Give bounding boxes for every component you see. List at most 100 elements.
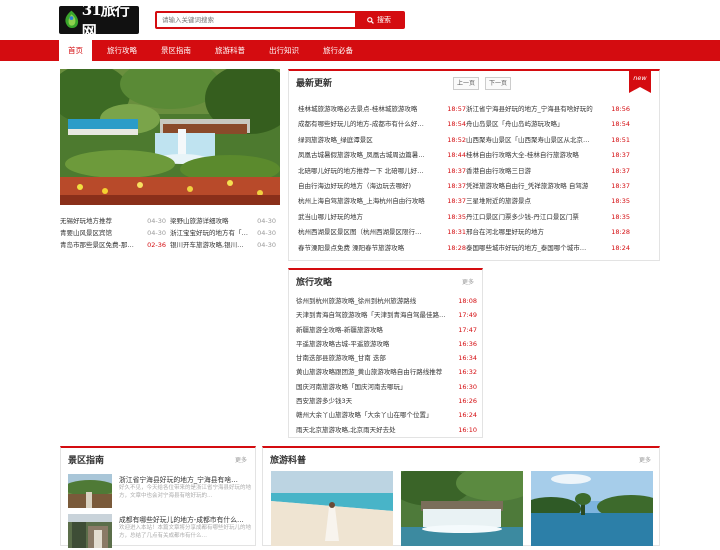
list-item[interactable]: 桂林自由行攻略大全-桂林自行旅游攻略 18:37 [466, 148, 630, 163]
list-item[interactable]: 天津到青海自驾旅游攻略「天津到青海自驾最佳路… 17:49 [296, 308, 477, 322]
list-item[interactable]: 赣州大余丫山旅游攻略「大余丫山在哪个位置」 16:24 [296, 408, 477, 422]
logo-text: 31旅行网 [81, 1, 130, 40]
list-item[interactable]: 雨天北京旅游攻略,北京雨天好去处 16:10 [296, 423, 477, 437]
list-item-title: 泰国哪些城市好玩的地方_泰国哪个城市… [466, 243, 587, 252]
left-list-col-2: 梁野山旅游详细攻略 04-30 浙江宝宝好玩的地方有「… 04-30 银川开车旅游攻… [170, 215, 280, 251]
list-item-title: 绿洞旅游攻略_绿庭潭景区 [298, 135, 373, 144]
list-item-time: 18:37 [447, 197, 466, 206]
prev-page-button[interactable]: 上一页 [453, 77, 479, 90]
list-item-title: 赣州大余丫山旅游攻略「大余丫山在哪个位置」 [296, 411, 433, 420]
scenic-thumb [68, 474, 112, 508]
search-input[interactable] [157, 13, 355, 27]
nav-item-scenic-guides[interactable]: 景区指南 [152, 40, 200, 61]
scenic-guides-more-link[interactable]: 更多 [235, 455, 247, 464]
travel-science-title: 旅游科普 [270, 456, 307, 466]
list-item[interactable]: 春节溧阳景点免费 溧阳春节旅游攻略 18:28 [298, 241, 466, 256]
article-thumbnail[interactable] [401, 471, 523, 546]
list-item[interactable]: 徐州到杭州旅游攻略_徐州到杭州旅游路线 18:08 [296, 294, 477, 308]
list-item[interactable]: 青岛市那些景区免费-那… 02-36 [60, 239, 170, 251]
left-link-list: 无锡好玩地方推荐 04-30 青要山风景区宾馆 04-30 青岛市那些景区免费-那…… [60, 215, 280, 251]
list-item[interactable]: 黄山旅游攻略跟团游_黄山旅游攻略自由行路线推荐 16:32 [296, 365, 477, 379]
travel-science-more-link[interactable]: 更多 [639, 455, 651, 464]
list-item-time: 18:35 [611, 212, 630, 221]
nav-item-travel-science[interactable]: 旅游科普 [206, 40, 254, 61]
logo-icon [65, 10, 79, 29]
scenic-item[interactable]: 浙江省宁海县好玩的地方_宁海县有啥… 好久不见，今天给各位带来的是浙江省宁海县好… [68, 474, 252, 510]
list-item-time: 16:32 [458, 368, 477, 377]
list-item[interactable]: 凭祥旅游攻略自由行_凭祥旅游攻略 自驾游 18:37 [466, 179, 630, 194]
site-logo[interactable]: 31旅行网 [59, 1, 139, 40]
list-item[interactable]: 平遥旅游攻略古城-平遥旅游攻略 16:36 [296, 337, 477, 351]
list-item-time: 18:35 [447, 212, 466, 221]
list-item[interactable]: 无锡好玩地方推荐 04-30 [60, 215, 170, 227]
featured-photo[interactable] [60, 69, 280, 205]
list-item-time: 18:37 [611, 151, 630, 160]
list-item[interactable]: 三星堆附近的旅游景点 18:35 [466, 194, 630, 209]
list-item[interactable]: 丹江口景区门票多少钱-丹江口景区门票 18:35 [466, 210, 630, 225]
list-item-time: 18:37 [447, 181, 466, 190]
list-item[interactable]: 杭州上海自驾旅游攻略_上海杭州自由行攻略 18:37 [298, 194, 466, 209]
list-item[interactable]: 邢台在河北哪里好玩的地方 18:28 [466, 225, 630, 240]
scenic-thumb [68, 514, 112, 548]
list-item-time: 16:24 [458, 411, 477, 420]
list-item[interactable]: 新疆旅游全攻略-新疆旅游攻略 17:47 [296, 323, 477, 337]
search-icon [367, 16, 374, 24]
article-thumbnail[interactable] [271, 471, 393, 546]
list-item[interactable]: 银川开车旅游攻略,银川… 04-30 [170, 239, 280, 251]
latest-updates-panel: 最新更新 上一页 下一页 new 桂林城旅游攻略必去景点-桂林城旅游攻略 18:5… [288, 69, 660, 261]
list-item-time: 17:47 [458, 325, 477, 334]
list-item[interactable]: 青要山风景区宾馆 04-30 [60, 227, 170, 239]
list-item[interactable]: 舟山岛景区「舟山岛屿游玩攻略」 18:54 [466, 117, 630, 132]
list-item-time: 16:26 [458, 397, 477, 406]
list-item-title: 春节溧阳景点免费 溧阳春节旅游攻略 [298, 243, 405, 252]
list-item-title: 桂林自由行攻略大全-桂林自行旅游攻略 [466, 151, 579, 160]
list-item-title: 平遥旅游攻略古城-平遥旅游攻略 [296, 339, 390, 348]
nav-item-home[interactable]: 首页 [59, 40, 92, 61]
list-item[interactable]: 西安旅游多少钱3天 16:26 [296, 394, 477, 408]
list-item[interactable]: 杭州西湖景区景区图（杭州西湖景区限行… 18:31 [298, 225, 466, 240]
list-item-title: 雨天北京旅游攻略,北京雨天好去处 [296, 425, 396, 434]
list-item-time: 18:28 [447, 243, 466, 252]
list-item[interactable]: 浙江省宁海县好玩的地方_宁海县有啥好玩的 18:56 [466, 102, 630, 117]
list-item[interactable]: 桂林城旅游攻略必去景点-桂林城旅游攻略 18:57 [298, 102, 466, 117]
list-item[interactable]: 武当山哪儿好玩的地方 18:35 [298, 210, 466, 225]
list-item-title: 北碚哪儿好玩的地方推荐一下 北碚哪儿好… [298, 166, 424, 175]
list-item[interactable]: 自由行海边好玩的地方（海边玩去哪好) 18:37 [298, 179, 466, 194]
list-item-title: 新疆旅游全攻略-新疆旅游攻略 [296, 325, 383, 334]
scenic-item[interactable]: 成都有哪些好玩儿的地方-成都市有什么… 欢迎进入本站！本篇文章将分享成都有哪些好… [68, 514, 252, 550]
updates-right-list: 浙江省宁海县好玩的地方_宁海县有啥好玩的 18:56 舟山岛景区「舟山岛屿游玩攻略」… [466, 102, 630, 256]
nav-item-travel-guides[interactable]: 旅行攻略 [98, 40, 146, 61]
nav-item-travel-essentials[interactable]: 旅行必备 [314, 40, 362, 61]
list-item-time: 16:30 [458, 382, 477, 391]
next-page-button[interactable]: 下一页 [485, 77, 511, 90]
travel-guides-more-link[interactable]: 更多 [462, 277, 474, 286]
list-item[interactable]: 梁野山旅游详细攻略 04-30 [170, 215, 280, 227]
left-list-col-1: 无锡好玩地方推荐 04-30 青要山风景区宾馆 04-30 青岛市那些景区免费-那…… [60, 215, 170, 251]
list-item[interactable]: 香港自由行攻略三日游 18:37 [466, 164, 630, 179]
list-item-time: 18:35 [611, 197, 630, 206]
list-item-time: 18:08 [458, 297, 477, 305]
travel-guides-panel: 旅行攻略 更多 徐州到杭州旅游攻略_徐州到杭州旅游路线 18:08 天津到青海自驾旅… [288, 268, 483, 438]
list-item-time: 18:57 [447, 105, 466, 113]
list-item-time: 18:24 [611, 243, 630, 252]
list-item-time: 18:51 [611, 135, 630, 144]
list-item-title: 香港自由行攻略三日游 [466, 166, 531, 175]
list-item[interactable]: 凤凰古城暑假旅游攻略_凤凰古城周边篇暑… 18:44 [298, 148, 466, 163]
search-button-label: 搜索 [377, 16, 391, 24]
search-box: 搜索 [155, 11, 405, 29]
list-item[interactable]: 浙江宝宝好玩的地方有「… 04-30 [170, 227, 280, 239]
list-item[interactable]: 北碚哪儿好玩的地方推荐一下 北碚哪儿好… 18:37 [298, 164, 466, 179]
list-item[interactable]: 甘南迭部县旅游攻略_甘南 迭部 16:34 [296, 351, 477, 365]
list-item-title: 杭州上海自驾旅游攻略_上海杭州自由行攻略 [298, 197, 425, 206]
list-item[interactable]: 成都有哪些好玩儿的地方-成都市有什么好… 18:54 [298, 117, 466, 132]
list-item[interactable]: 国庆河南旅游攻略「国庆河南去哪玩」 16:30 [296, 380, 477, 394]
list-item[interactable]: 泰国哪些城市好玩的地方_泰国哪个城市… 18:24 [466, 241, 630, 256]
list-item[interactable]: 山西聚寿山景区「山西聚寿山景区从北京… 18:51 [466, 133, 630, 148]
travel-guides-list: 徐州到杭州旅游攻略_徐州到杭州旅游路线 18:08 天津到青海自驾旅游攻略「天津到青… [296, 294, 477, 437]
scenic-guides-panel: 景区指南 更多 浙江省宁海县好玩的地方_宁海县有啥… 好久不见，今天给各位带来的… [60, 446, 256, 548]
nav-item-travel-knowledge[interactable]: 出行知识 [260, 40, 308, 61]
article-thumbnail[interactable] [531, 471, 653, 546]
list-item-time: 16:34 [458, 354, 477, 363]
search-button[interactable]: 搜索 [355, 13, 403, 27]
list-item[interactable]: 绿洞旅游攻略_绿庭潭景区 18:52 [298, 133, 466, 148]
